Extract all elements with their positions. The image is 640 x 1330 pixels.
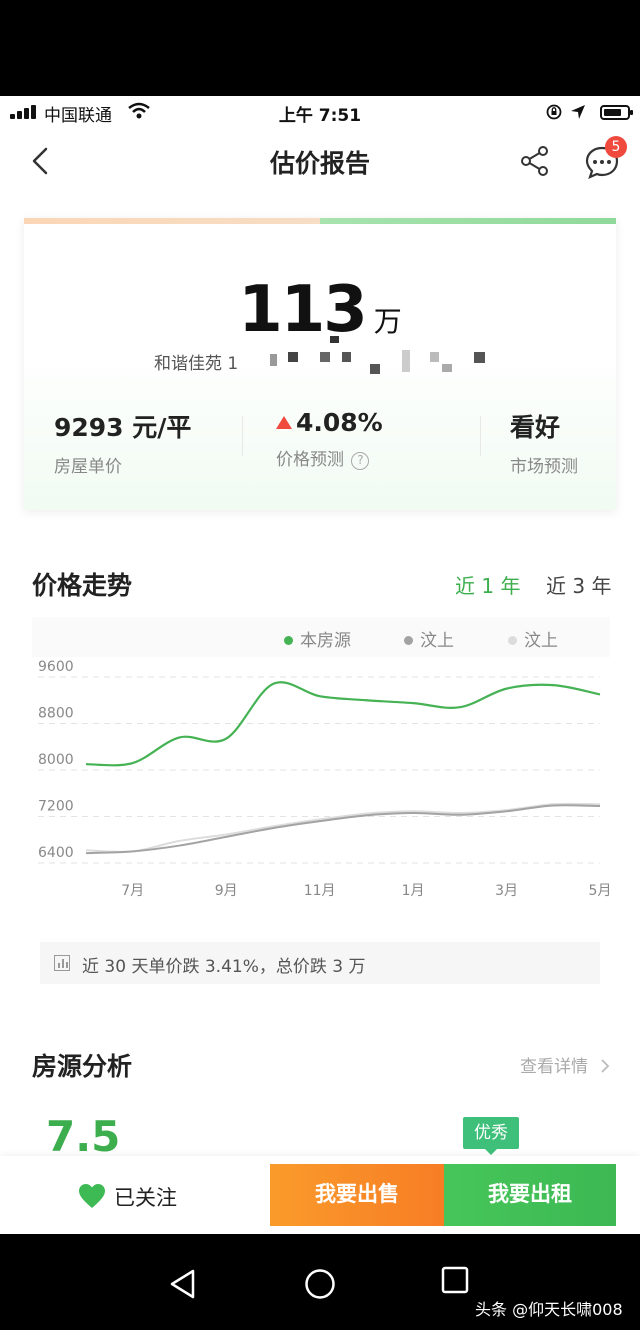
card-top-stripe [24, 218, 616, 224]
watermark: 头条 @仰天长啸008 [475, 1300, 623, 1319]
valuation-card: 113 万 和谐佳苑 1 9293 元/平 房屋单价 4.08% 价格预测 ? 看… [24, 218, 616, 510]
x-tick-label: 3月 [495, 883, 518, 899]
sell-button[interactable]: 我要出售 [270, 1164, 444, 1226]
tab-1-year[interactable]: 近 1 年 [455, 570, 520, 599]
favorite-button[interactable]: 已关注 [78, 1182, 177, 1212]
legend-item-area-2: 汶上 [508, 626, 558, 651]
x-tick-label: 1月 [402, 883, 425, 899]
system-back-icon[interactable] [168, 1268, 198, 1300]
series-line-2 [85, 802, 601, 853]
rent-button[interactable]: 我要出租 [444, 1164, 616, 1226]
status-bar: 中国联通 上午 7:51 [0, 96, 640, 130]
favorite-label: 已关注 [114, 1186, 177, 1210]
share-icon[interactable] [518, 144, 552, 178]
stat-divider [480, 416, 481, 456]
price-forecast-label: 价格预测 [276, 450, 344, 470]
unit-price-value: 9293 元/平 [54, 413, 192, 442]
excellent-tag: 优秀 [463, 1117, 519, 1155]
bottom-action-bar: 已关注 我要出售 我要出租 [0, 1156, 640, 1234]
x-tick-label: 9月 [215, 883, 238, 899]
legend-dot [508, 636, 517, 645]
y-tick-label: 9600 [38, 659, 74, 675]
system-recents-icon[interactable] [441, 1266, 469, 1294]
total-price-unit: 万 [373, 305, 402, 338]
view-details-link[interactable]: 查看详情 [520, 1052, 611, 1077]
total-price-value: 113 [238, 273, 368, 347]
market-forecast-value: 看好 [510, 413, 561, 442]
x-tick-label: 7月 [121, 883, 144, 899]
price-forecast-value: 4.08% [296, 408, 383, 437]
property-address: 和谐佳苑 1 [154, 354, 239, 374]
y-tick-label: 8800 [38, 706, 74, 722]
legend-label: 汶上 [420, 631, 454, 651]
x-tick-label: 5月 [589, 883, 612, 899]
rotation-lock-icon [546, 104, 562, 120]
chevron-right-icon [601, 1059, 610, 1073]
y-tick-label: 8000 [38, 752, 74, 768]
message-badge: 5 [605, 136, 627, 158]
legend-label: 本房源 [300, 631, 351, 651]
y-tick-label: 6400 [38, 845, 74, 861]
trend-section-title: 价格走势 [32, 571, 133, 600]
trend-note-text: 近 30 天单价跌 3.41%，总价跌 3 万 [82, 957, 366, 977]
market-forecast-label: 市场预测 [510, 457, 578, 477]
legend-dot [404, 636, 413, 645]
price-stats: 9293 元/平 房屋单价 4.08% 价格预测 ? 看好 市场预测 [24, 408, 616, 478]
location-icon [571, 105, 585, 119]
analysis-score: 7.5 [46, 1112, 121, 1161]
heart-icon [79, 1184, 105, 1208]
legend-item-area: 汶上 [404, 626, 454, 651]
price-trend-chart: 6400 7200 8000 8800 9600 7月 9月 11月 1月 3月 5月 [38, 659, 612, 899]
series-line-1 [85, 804, 601, 855]
legend-dot [284, 636, 293, 645]
tab-3-years[interactable]: 近 3 年 [546, 570, 611, 599]
x-tick-label: 11月 [304, 883, 336, 899]
stat-divider [242, 416, 243, 456]
top-black-bar [0, 0, 640, 96]
view-details-label: 查看详情 [520, 1057, 588, 1077]
price-forecast-stat: 4.08% 价格预测 ? [276, 408, 383, 470]
trend-note: 近 30 天单价跌 3.41%，总价跌 3 万 [40, 942, 600, 984]
chart-small-icon [54, 955, 70, 971]
total-price: 113 万 [24, 273, 616, 347]
legend-item-property: 本房源 [284, 626, 351, 651]
up-arrow-icon [276, 416, 292, 429]
legend-label: 汶上 [524, 631, 558, 651]
status-time: 上午 7:51 [278, 106, 362, 126]
battery-icon [600, 105, 633, 120]
analysis-section-title: 房源分析 [32, 1052, 133, 1081]
help-icon[interactable]: ? [351, 452, 370, 470]
unit-price-label: 房屋单价 [54, 457, 122, 477]
system-home-icon[interactable] [304, 1268, 336, 1300]
unit-price-stat: 9293 元/平 房屋单价 [54, 408, 191, 477]
chart-legend: 本房源 汶上 汶上 [32, 617, 610, 657]
y-tick-label: 7200 [38, 799, 74, 815]
nav-bar: 估价报告 [0, 130, 640, 194]
market-forecast-stat: 看好 市场预测 [510, 408, 578, 477]
